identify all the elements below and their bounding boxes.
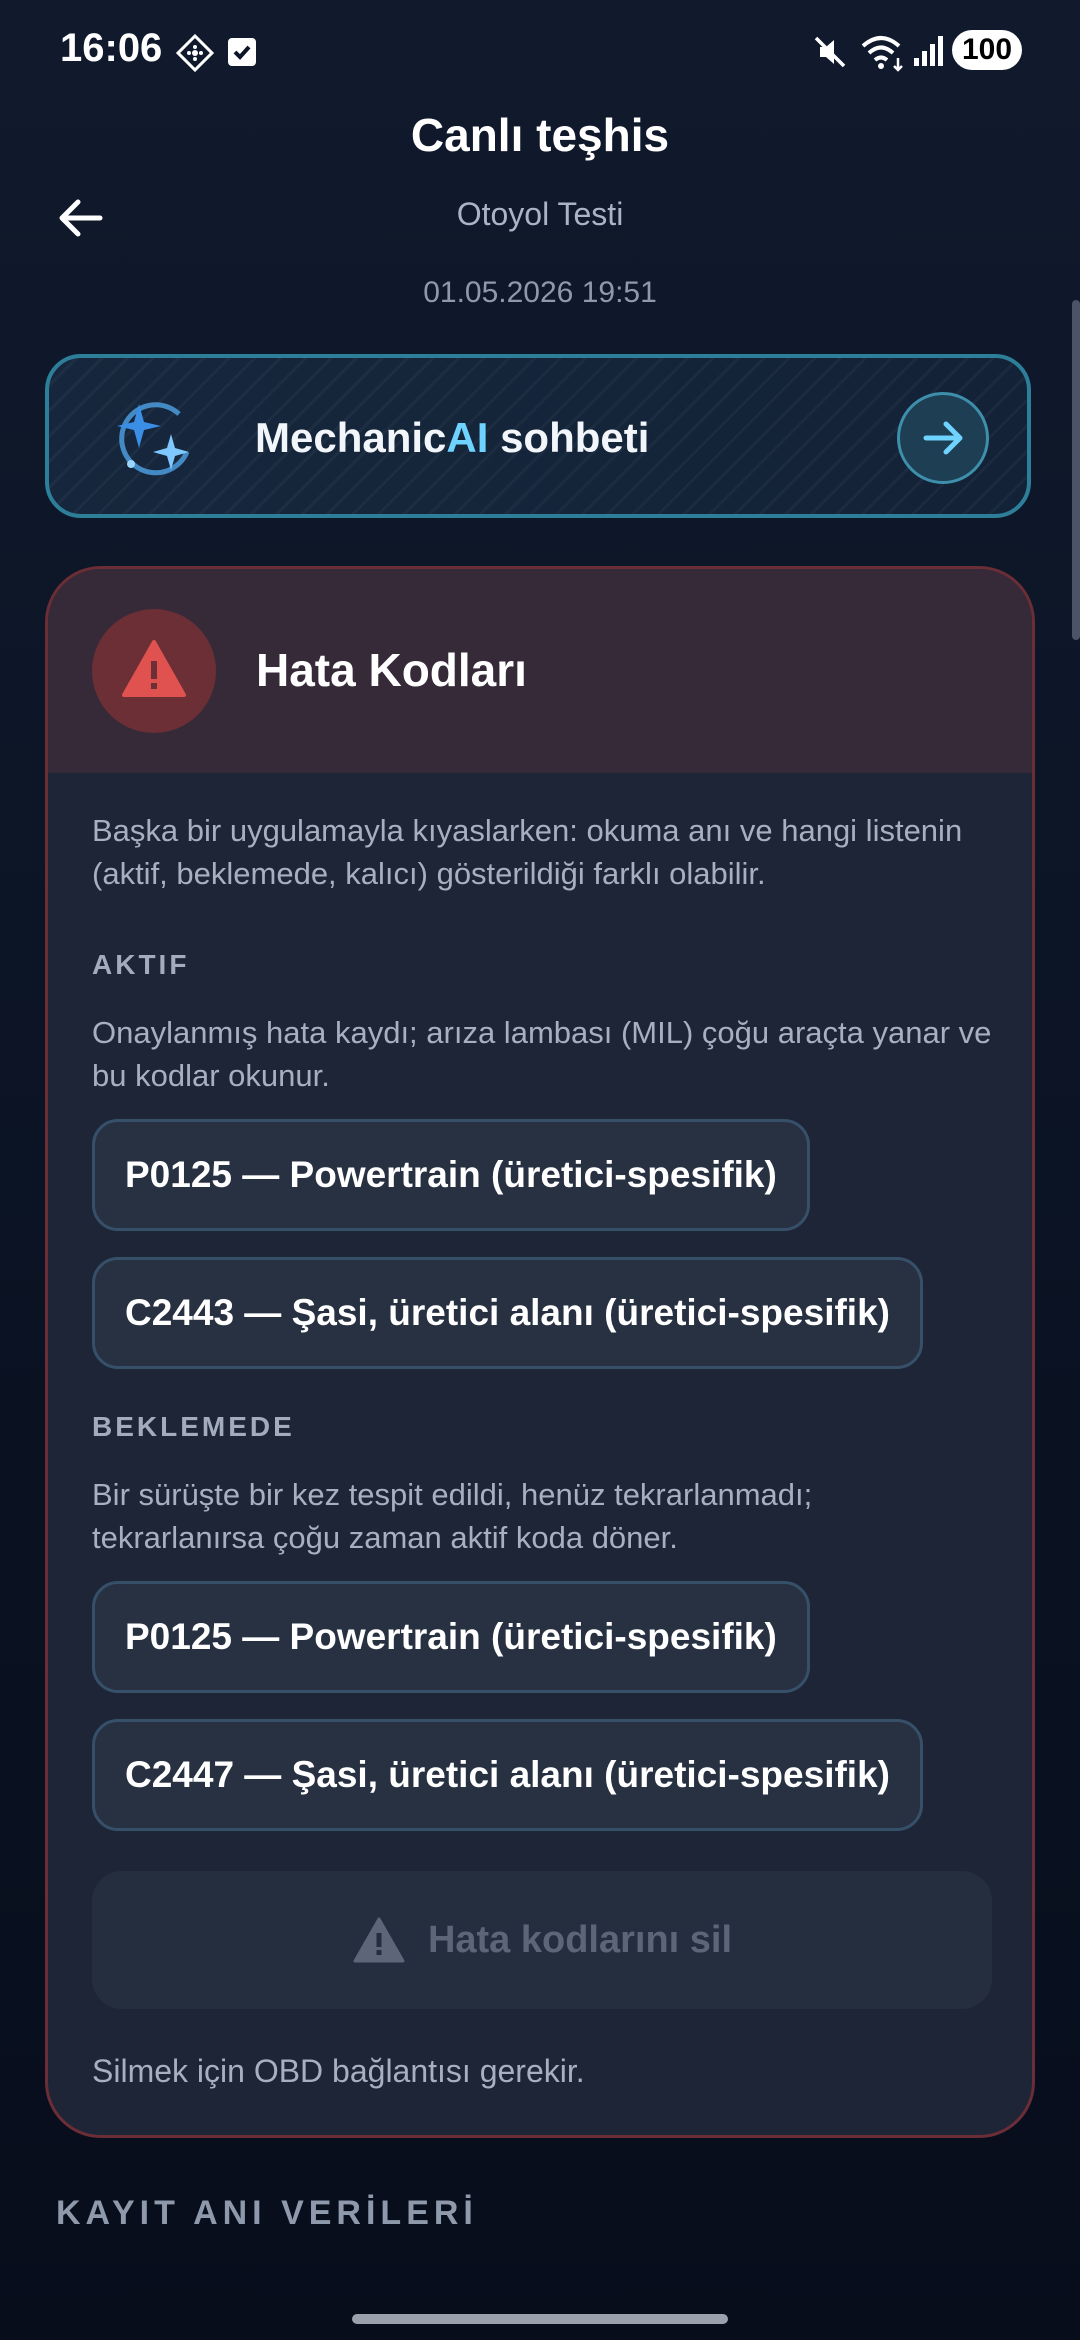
card-header: Hata Kodları	[48, 569, 1032, 773]
sparkle-logo-icon	[117, 402, 190, 476]
chat-open-button[interactable]	[897, 392, 989, 484]
warning-triangle-icon	[353, 1917, 405, 1963]
clear-codes-label: Hata kodlarını sil	[427, 1918, 733, 1961]
comparison-note: Başka bir uygulamayla kıyaslarken: okuma…	[92, 813, 963, 891]
pending-code-chip[interactable]: P0125 — Powertrain (üretici-spesifik)	[92, 1581, 810, 1693]
session-name: Otoyol Testi	[456, 196, 624, 232]
active-section-label: AKTIF	[92, 949, 190, 980]
home-indicator[interactable]	[352, 2314, 728, 2324]
session-datetime: 01.05.2026 19:51	[423, 276, 657, 309]
active-code-chip[interactable]: C2443 — Şasi, üretici alanı (üretici-spe…	[92, 1257, 923, 1369]
pending-section-description: Bir sürüşte bir kez tespit edildi, henüz…	[92, 1477, 813, 1555]
warning-badge	[92, 609, 216, 733]
mechanic-ai-chat-banner[interactable]: MechanicAI sohbeti	[45, 354, 1031, 518]
clear-requirement-note: Silmek için OBD bağlantısı gerekir.	[92, 2053, 585, 2089]
active-section-description: Onaylanmış hata kaydı; arıza lambası (MI…	[92, 1015, 992, 1093]
status-time: 16:06	[60, 26, 163, 70]
checkbox-notification-icon	[228, 38, 256, 66]
warning-triangle-icon	[122, 640, 186, 697]
scrollbar[interactable]	[1072, 300, 1080, 640]
app-notification-icon	[176, 34, 214, 72]
pending-section-label: BEKLEMEDE	[92, 1411, 295, 1442]
chat-banner-label: MechanicAI sohbeti	[255, 414, 650, 461]
mute-icon	[814, 36, 846, 68]
arrow-right-icon	[923, 421, 963, 455]
page-title: Canlı teşhis	[410, 109, 670, 161]
active-code-chip[interactable]: P0125 — Powertrain (üretici-spesifik)	[92, 1119, 810, 1231]
clear-codes-button[interactable]: Hata kodlarını sil	[92, 1871, 992, 2009]
wifi-icon	[861, 36, 903, 72]
status-bar: 16:06 100	[0, 0, 1080, 100]
battery-indicator: 100	[952, 30, 1022, 70]
card-title: Hata Kodları	[256, 644, 527, 696]
signal-icon	[914, 36, 943, 66]
pending-code-chip[interactable]: C2447 — Şasi, üretici alanı (üretici-spe…	[92, 1719, 923, 1831]
freeze-frame-section-label: KAYIT ANI VERİLERİ	[56, 2194, 478, 2232]
fault-codes-card: Hata Kodları Başka bir uygulamayla kıyas…	[45, 566, 1035, 2138]
